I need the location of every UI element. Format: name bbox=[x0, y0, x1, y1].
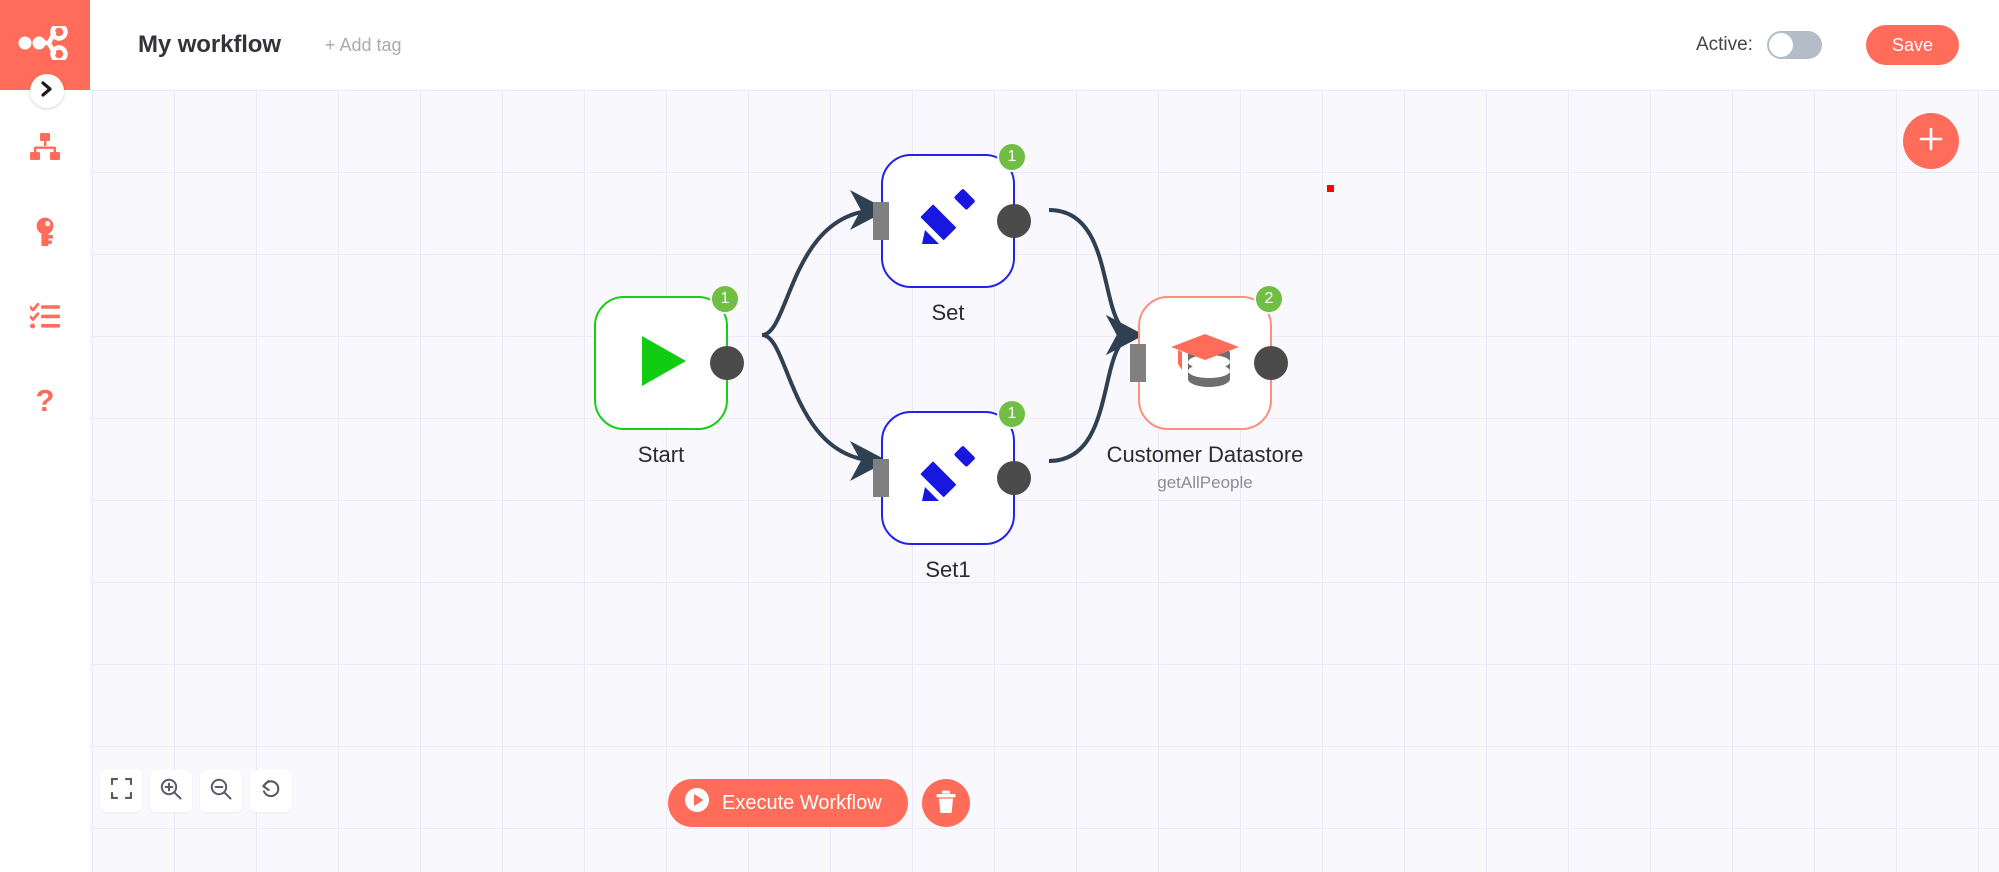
chevron-right-icon bbox=[40, 80, 54, 102]
fullscreen-icon bbox=[110, 777, 132, 804]
plus-icon bbox=[1917, 125, 1945, 158]
n8n-logo-icon bbox=[18, 22, 72, 65]
active-toggle[interactable] bbox=[1766, 31, 1822, 59]
play-triangle-icon bbox=[630, 330, 692, 397]
zoom-out-button[interactable] bbox=[200, 770, 242, 812]
edge-set-datastore bbox=[1048, 208, 1144, 355]
sitemap-icon bbox=[29, 132, 61, 168]
sidebar-item-help[interactable]: ? bbox=[0, 360, 90, 444]
undo-icon bbox=[260, 778, 282, 805]
magnifier-minus-icon bbox=[210, 778, 232, 805]
execute-workflow-label: Execute Workflow bbox=[722, 791, 882, 814]
sidebar-item-workflows[interactable] bbox=[0, 108, 90, 192]
node-customer-datastore-output-port[interactable] bbox=[1254, 346, 1288, 380]
workflow-name[interactable]: My workflow bbox=[138, 31, 281, 59]
node-set[interactable]: 1 bbox=[873, 142, 1031, 288]
execute-workflow-button[interactable]: Execute Workflow bbox=[668, 779, 908, 827]
node-set1-input-port[interactable] bbox=[873, 459, 889, 497]
workflow-canvas[interactable]: 1 Start 1 Set 1 Set1 2 Customer Datastor… bbox=[90, 90, 1999, 872]
node-set1-badge: 1 bbox=[997, 399, 1027, 429]
key-icon bbox=[31, 217, 59, 252]
node-set1[interactable]: 1 bbox=[873, 399, 1031, 545]
node-start[interactable]: 1 bbox=[594, 284, 744, 430]
checklist-icon bbox=[29, 302, 60, 334]
save-button[interactable]: Save bbox=[1865, 25, 1959, 65]
add-tag-button[interactable]: + Add tag bbox=[325, 35, 402, 56]
node-customer-datastore-badge: 2 bbox=[1254, 284, 1284, 314]
node-set-badge: 1 bbox=[997, 142, 1027, 172]
edge-start-set bbox=[761, 190, 888, 337]
run-controls: Execute Workflow bbox=[668, 779, 970, 827]
header-actions: Active: Save bbox=[1696, 0, 1999, 90]
delete-button[interactable] bbox=[921, 779, 970, 827]
node-start-output-port[interactable] bbox=[710, 346, 744, 380]
pencil-icon bbox=[915, 186, 981, 257]
active-toggle-knob bbox=[1768, 33, 1793, 57]
pencil-icon bbox=[915, 443, 981, 514]
connection-edges bbox=[761, 190, 1144, 481]
sidebar-nav: ? bbox=[0, 108, 90, 444]
edge-set1-datastore bbox=[1048, 315, 1144, 463]
node-set1-output-port[interactable] bbox=[997, 461, 1031, 495]
node-set-output-port[interactable] bbox=[997, 204, 1031, 238]
play-circle-icon bbox=[684, 787, 710, 819]
reset-zoom-button[interactable] bbox=[250, 770, 292, 812]
sidebar-expand-button[interactable] bbox=[30, 74, 64, 108]
trash-icon bbox=[935, 790, 957, 817]
header-bar: My workflow + Add tag Active: Save bbox=[90, 0, 1999, 90]
node-set-input-port[interactable] bbox=[873, 202, 889, 240]
graduation-database-icon bbox=[1169, 326, 1241, 401]
node-start-badge: 1 bbox=[710, 284, 740, 314]
node-customer-datastore-input-port[interactable] bbox=[1130, 344, 1146, 382]
sidebar-item-executions[interactable] bbox=[0, 276, 90, 360]
zoom-controls bbox=[100, 770, 292, 812]
magnifier-plus-icon bbox=[160, 778, 182, 805]
sidebar-item-credentials[interactable] bbox=[0, 192, 90, 276]
node-customer-datastore[interactable]: 2 bbox=[1130, 284, 1288, 430]
svg-text:?: ? bbox=[36, 384, 55, 416]
n8n-workflow-editor: ? My workflow + Add tag Active: Save 1 S… bbox=[0, 0, 1999, 872]
zoom-in-button[interactable] bbox=[150, 770, 192, 812]
active-label: Active: bbox=[1695, 34, 1753, 55]
add-node-button[interactable] bbox=[1903, 113, 1959, 169]
question-mark-icon: ? bbox=[32, 383, 58, 421]
edge-start-set1 bbox=[761, 333, 888, 481]
sidebar: ? bbox=[0, 0, 90, 872]
zoom-to-fit-button[interactable] bbox=[100, 770, 142, 812]
canvas-marker bbox=[1327, 185, 1334, 192]
